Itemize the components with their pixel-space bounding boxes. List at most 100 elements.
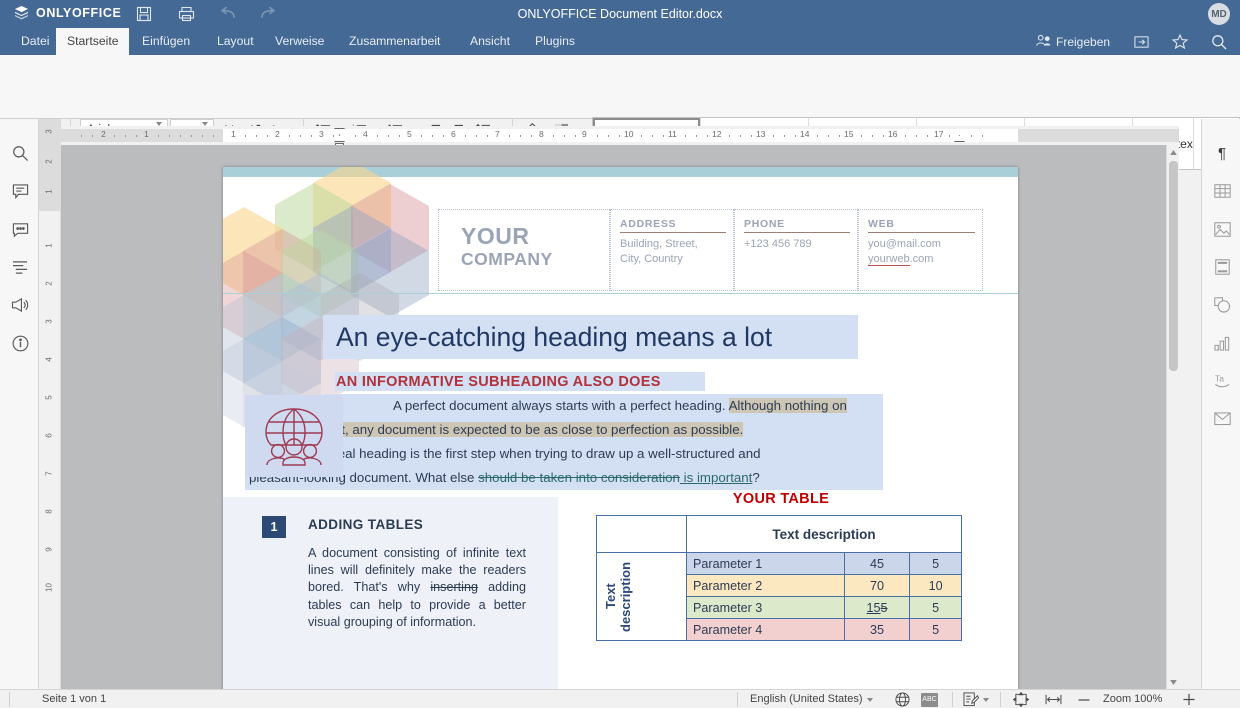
hruler-label: 2 [101,129,106,139]
section-title[interactable]: ADDING TABLES [308,517,423,532]
share-button[interactable]: Freigeben [1036,28,1110,55]
tab-einfuegen[interactable]: Einfügen [131,28,201,55]
hruler-label: 2 [275,129,280,139]
shape-settings-icon[interactable] [1209,292,1235,318]
document-page[interactable]: YOUR COMPANY ADDRESS Building, Street, C… [223,167,1018,689]
header-divider [223,293,1018,294]
phone-label: PHONE [744,218,785,230]
document-heading[interactable]: An eye-catching heading means a lot [336,322,772,353]
document-canvas[interactable]: YOUR COMPANY ADDRESS Building, Street, C… [61,145,1179,689]
mail-merge-settings-icon[interactable] [1209,406,1235,432]
table-tracked-deletion: 5 [881,601,888,615]
globe-illustration-box[interactable] [245,395,343,477]
headings-icon[interactable] [7,254,33,280]
table-cell-value1: 45 [844,553,909,575]
globe-icon[interactable] [895,690,910,708]
chart-settings-icon[interactable] [1209,330,1235,356]
redo-icon[interactable] [257,4,279,24]
table-cell-value1: 70 [844,575,909,597]
right-sidebar: ¶ Ta [1201,119,1240,689]
zoom-in-button[interactable] [1182,690,1196,708]
share-label: Freigeben [1056,35,1110,49]
paragraph-line-1-highlight: Although nothing on [729,398,847,413]
header-address-cell[interactable]: ADDRESS Building, Street, City, Country [610,209,734,291]
user-avatar[interactable]: MD [1208,3,1230,25]
web-link[interactable]: yourweb [868,253,910,266]
language-label: English (United States) [750,690,863,708]
tab-datei[interactable]: Datei [10,28,60,55]
status-bar: Seite 1 von 1 English (United States) AB… [0,689,1240,708]
paragraph-line-1-prefix: A perfect document always starts with a … [393,398,729,413]
header-web-cell[interactable]: WEB you@mail.com yourweb.com [858,209,983,291]
menu-bar: Datei Startseite Einfügen Layout Verweis… [0,28,1240,55]
track-changes-icon[interactable] [963,690,989,708]
undo-icon[interactable] [217,4,239,24]
phone-value: +123 456 789 [744,237,812,252]
zoom-level[interactable]: Zoom 100% [1103,690,1162,708]
hruler-label: 4 [363,129,368,139]
search-icon[interactable] [1208,28,1230,55]
hruler-label: 5 [407,129,412,139]
table-title[interactable]: YOUR TABLE [596,491,966,507]
paragraph-line-4-suffix: ? [752,470,759,485]
vruler-label: 8 [45,507,54,517]
print-icon[interactable] [175,4,197,24]
vruler-label: 3 [45,317,54,327]
scrollbar-thumb[interactable] [1169,161,1178,371]
tab-layout[interactable]: Layout [206,28,265,55]
vertical-ruler[interactable]: 3 2 1 1 2 3 4 5 6 7 8 9 10 [39,119,61,689]
header-company-cell[interactable]: YOUR COMPANY [438,209,610,291]
globe-people-icon [259,405,329,467]
fit-page-icon[interactable] [1013,690,1029,708]
horizontal-ruler[interactable]: 2 1 1 2 3 4 5 6 7 8 9 10 11 12 13 14 15 … [61,126,1179,145]
table-row[interactable]: Text description Parameter 1 45 5 [597,553,962,575]
section-tracked-deletion: inserting [430,580,478,594]
table-cell-value2: 5 [910,597,962,619]
vruler-label: 4 [45,355,54,365]
comment-icon[interactable] [7,178,33,204]
ruler-margin-left [61,129,223,142]
hruler-label: 7 [495,129,500,139]
vruler-label: 6 [45,431,54,441]
tab-startseite[interactable]: Startseite [56,28,129,55]
about-icon[interactable] [7,330,33,356]
document-header-block[interactable]: YOUR COMPANY ADDRESS Building, Street, C… [438,209,983,291]
tab-plugins[interactable]: Plugins [524,28,586,55]
search-icon[interactable] [7,140,33,166]
tracked-deletion: should be taken into consideration [478,470,680,485]
section-body[interactable]: A document consisting of infinite text l… [308,545,526,631]
scroll-up-arrow-icon[interactable] [1167,145,1179,159]
hruler-label: 17 [934,129,943,139]
spellcheck-icon[interactable]: ABC [921,690,938,708]
paragraph-line-1[interactable]: A perfect document always starts with a … [393,398,847,413]
paragraph-settings-icon[interactable]: ¶ [1209,140,1235,166]
table-cell-label: Parameter 3 [687,597,845,619]
page-info[interactable]: Seite 1 von 1 [42,690,106,708]
save-icon[interactable] [133,4,155,24]
favorite-star-icon[interactable] [1169,28,1191,55]
section-number-badge: 1 [262,516,286,538]
toolbar: Arial A▴ A▾ Aa B I U S A2 A2 123 [0,55,1240,119]
language-selector[interactable]: English (United States) [750,690,873,708]
chat-icon[interactable] [7,216,33,242]
header-footer-settings-icon[interactable] [1209,254,1235,280]
zoom-out-button[interactable] [1077,690,1091,708]
tab-zusammenarbeit[interactable]: Zusammenarbeit [338,28,451,55]
vruler-label: 10 [45,583,54,593]
table-header-row: Text description [597,516,962,553]
document-subheading[interactable]: AN INFORMATIVE SUBHEADING ALSO DOES [336,374,661,390]
company-name: YOUR COMPANY [461,224,553,270]
tab-ansicht[interactable]: Ansicht [459,28,521,55]
header-phone-cell[interactable]: PHONE +123 456 789 [734,209,858,291]
vertical-scrollbar[interactable] [1166,145,1179,689]
data-table[interactable]: Text description Text description Parame… [596,515,962,641]
feedback-icon[interactable] [7,292,33,318]
table-settings-icon[interactable] [1209,178,1235,204]
scroll-down-arrow-icon[interactable] [1167,675,1179,689]
fit-width-icon[interactable] [1045,690,1062,708]
image-settings-icon[interactable] [1209,216,1235,242]
hruler-label: 1 [231,129,236,139]
text-art-settings-icon[interactable]: Ta [1209,368,1235,394]
tab-verweise[interactable]: Verweise [264,28,335,55]
open-file-location-icon[interactable] [1130,28,1152,55]
